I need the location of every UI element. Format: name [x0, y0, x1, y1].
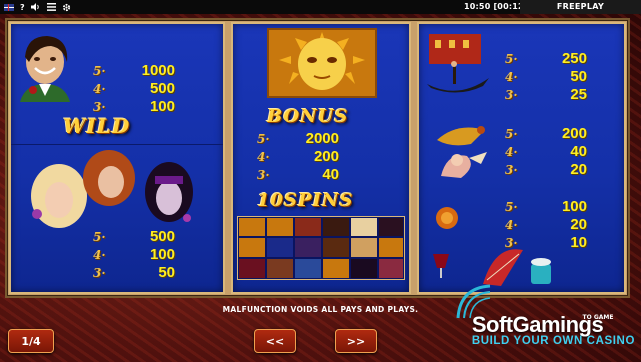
softgamings-logo: SoftGamings BUILD YOUR OWN CASINO: [456, 284, 635, 347]
count-label: 3·: [257, 167, 270, 182]
paytable-row: 5· 500: [93, 228, 175, 245]
payout-value: 25: [570, 86, 587, 103]
paytable-row: 4· 40: [505, 143, 587, 160]
payout-value: 100: [149, 246, 175, 263]
count-label: 3·: [505, 162, 518, 177]
next-page-button[interactable]: >>: [335, 329, 377, 353]
count-label: 4·: [505, 69, 518, 84]
golden-mask-symbol: [267, 28, 377, 98]
top-status-bar: ? 10:50 [00:12] FREEPLAY: [0, 0, 641, 14]
paytable-row: 3· 10: [505, 234, 587, 251]
prev-page-button[interactable]: <<: [254, 329, 296, 353]
payout-value: 500: [149, 80, 175, 97]
payout-value: 200: [561, 125, 587, 142]
count-label: 5·: [93, 229, 106, 244]
count-label: 5·: [93, 63, 106, 78]
count-label: 4·: [505, 217, 518, 232]
payout-value: 40: [322, 166, 339, 183]
count-label: 5·: [257, 131, 270, 146]
language-flag-icon[interactable]: [4, 3, 14, 11]
bonus-label: BONUS: [267, 106, 349, 127]
speaker-icon[interactable]: [30, 2, 41, 12]
women-symbols: [21, 148, 211, 230]
payout-value: 10: [570, 234, 587, 251]
count-label: 3·: [93, 265, 106, 280]
paytable-row: 3· 100: [93, 98, 175, 115]
count-label: 5·: [505, 199, 518, 214]
free-spins-label: 10SPINS: [257, 190, 354, 211]
payout-value: 20: [570, 216, 587, 233]
payout-value: 40: [570, 143, 587, 160]
bonus-reel-grid: [237, 216, 405, 280]
paytable-row: 3· 50: [93, 264, 175, 281]
freeplay-badge: FREEPLAY: [520, 0, 641, 14]
count-label: 3·: [505, 87, 518, 102]
brand-tagline: BUILD YOUR OWN CASINO: [471, 335, 635, 347]
game-background: ? 10:50 [00:12] FREEPLAY WILD 5· 1000 4·…: [0, 0, 641, 362]
paytable-frame: WILD 5· 1000 4· 500 3· 100 5· 500 4· 100…: [5, 18, 630, 298]
payout-value: 50: [158, 264, 175, 281]
paytable-row: 4· 50: [505, 68, 587, 85]
gondola-symbol: [423, 28, 493, 100]
count-label: 4·: [93, 247, 106, 262]
payout-value: 20: [570, 161, 587, 178]
paytable-row: 4· 100: [93, 246, 175, 263]
paytable-row: 5· 100: [505, 198, 587, 215]
payout-value: 2000: [305, 130, 339, 147]
count-label: 5·: [505, 126, 518, 141]
count-label: 4·: [93, 81, 106, 96]
casanova-symbol: [15, 32, 75, 102]
center-paytable-panel: BONUS 5· 2000 4· 200 3· 40 10SPINS: [231, 22, 411, 294]
gear-icon[interactable]: [62, 2, 71, 12]
left-paytable-panel: WILD 5· 1000 4· 500 3· 100 5· 500 4· 100…: [9, 22, 225, 294]
count-label: 5·: [505, 51, 518, 66]
panel-divider: [11, 144, 223, 145]
payout-value: 200: [313, 148, 339, 165]
payout-value: 100: [149, 98, 175, 115]
count-label: 3·: [505, 235, 518, 250]
bird-symbol: [427, 116, 497, 186]
paytable-row: 3· 40: [257, 166, 339, 183]
payout-value: 250: [561, 50, 587, 67]
paytable-row: 4· 200: [257, 148, 339, 165]
count-label: 4·: [505, 144, 518, 159]
help-button[interactable]: ?: [20, 2, 25, 12]
softgamings-swirl-icon: [456, 284, 490, 319]
paytable-row: 5· 1000: [93, 62, 175, 79]
clock-readout: 10:50 [00:12]: [464, 2, 528, 11]
paytable-row: 3· 20: [505, 161, 587, 178]
count-label: 3·: [93, 99, 106, 114]
paytable-row: 4· 20: [505, 216, 587, 233]
page-indicator-button[interactable]: 1/4: [8, 329, 54, 353]
payout-value: 50: [570, 68, 587, 85]
menu-icon[interactable]: [46, 2, 56, 12]
count-label: 4·: [257, 149, 270, 164]
payout-value: 1000: [141, 62, 175, 79]
payout-value: 100: [561, 198, 587, 215]
paytable-row: 4· 500: [93, 80, 175, 97]
paytable-row: 3· 25: [505, 86, 587, 103]
paytable-row: 5· 250: [505, 50, 587, 67]
wild-label: WILD: [63, 114, 131, 138]
paytable-row: 5· 200: [505, 125, 587, 142]
payout-value: 500: [149, 228, 175, 245]
right-paytable-panel: 5· 250 4· 50 3· 25 5· 200 4· 40 3· 20 5·…: [417, 22, 626, 294]
paytable-row: 5· 2000: [257, 130, 339, 147]
